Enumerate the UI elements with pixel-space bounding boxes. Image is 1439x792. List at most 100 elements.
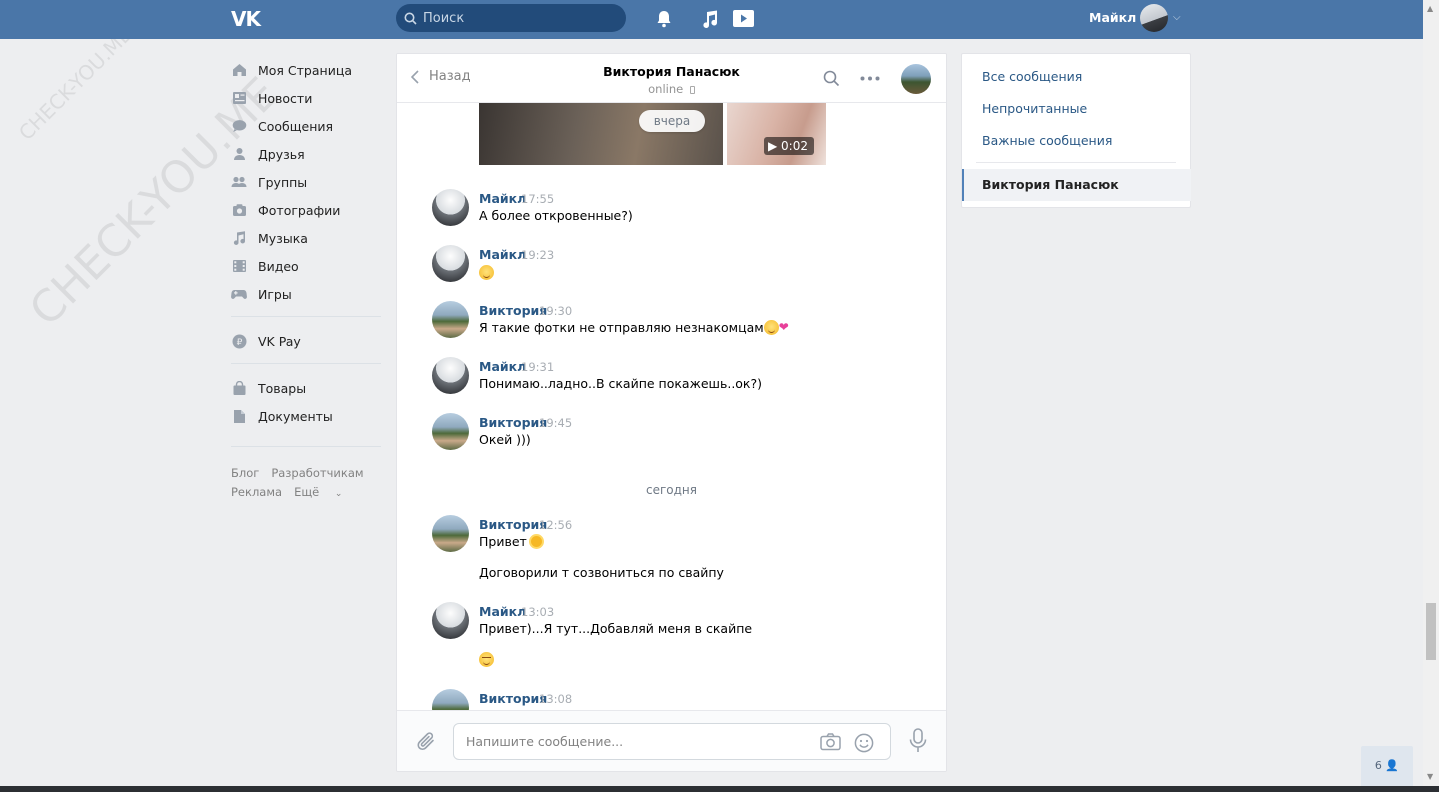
chevron-down-icon[interactable]: ⌵ [1173,12,1181,23]
footer-link-more[interactable]: Ещё ⌄ [294,485,354,499]
message-author[interactable]: Виктория [479,691,547,706]
smile-emoji-icon [763,320,779,335]
message-author[interactable]: Майкл [479,191,526,206]
footer-link-ads[interactable]: Реклама [231,485,282,499]
menu-item-goods[interactable]: Товары [231,374,381,402]
video-attachment[interactable]: ▶ 0:02 [727,103,826,165]
menu-item-label: VK Pay [258,333,301,349]
message-author[interactable]: Виктория [479,303,547,318]
menu-item-news[interactable]: Новости [231,84,381,112]
photos-icon [231,202,247,218]
menu-item-my-page[interactable]: Моя Страница [231,56,381,84]
menu-item-label: Документы [258,408,333,424]
footer-link-blog[interactable]: Блог [231,466,259,480]
header-avatar[interactable] [1140,4,1168,32]
header-user-name[interactable]: Майкл [1089,10,1136,25]
message-input-box[interactable] [453,723,891,760]
message-author[interactable]: Майкл [479,247,526,262]
play-video-icon[interactable] [732,8,754,30]
menu-item-label: Новости [258,90,313,106]
menu-item-label: Друзья [258,146,305,162]
svg-text:₽: ₽ [236,338,242,348]
watermark: CHECK-YOU.ME [14,22,137,145]
day-pill: вчера [639,110,705,132]
menu-divider [231,316,381,317]
message-time: 19:30 [539,304,573,318]
menu-item-label: Фотографии [258,202,341,218]
avatar[interactable] [432,245,469,282]
message-history[interactable]: ▶ 0:02 вчера Майкл 17:55 А более открове… [397,103,946,710]
message-text: Понимаю..ладно..В скайпе покажешь..ок?) [479,376,762,391]
avatar[interactable] [432,301,469,338]
scroll-up-arrow-icon[interactable]: ▲ [1427,4,1433,13]
message-author[interactable]: Виктория [479,415,547,430]
menu-item-friends[interactable]: Друзья [231,140,381,168]
paperclip-icon[interactable] [416,731,436,753]
search-icon [404,12,417,25]
groups-icon [231,174,247,190]
menu-item-vk-pay[interactable]: ₽ VK Pay [231,327,381,355]
menu-item-games[interactable]: Игры [231,280,381,308]
menu-item-groups[interactable]: Группы [231,168,381,196]
mobile-icon [689,86,695,94]
vk-logo[interactable]: VK [231,7,265,31]
menu-item-label: Товары [258,380,307,396]
menu-item-label: Группы [258,174,308,190]
filter-unread[interactable]: Непрочитанные [982,101,1087,116]
scroll-down-arrow-icon[interactable]: ▼ [1427,772,1433,781]
camera-icon[interactable] [820,733,841,751]
search-icon[interactable] [823,70,840,87]
menu-item-label: Видео [258,258,299,274]
peer-status: online [397,82,946,96]
message-time: 13:03 [521,605,555,619]
message-author[interactable]: Майкл [479,359,526,374]
message-text [479,265,494,280]
composer [397,710,946,771]
menu-item-label: Моя Страница [258,62,352,78]
page-scrollbar[interactable]: ▲ ▼ [1423,0,1439,786]
message-text: Привет)...Я тут...Добавляй меня в скайпе [479,621,753,636]
music-icon[interactable] [699,8,721,30]
chevron-down-icon: ⌄ [334,489,343,499]
news-icon [231,90,247,106]
footer-link-devs[interactable]: Разработчикам [271,466,363,480]
microphone-icon[interactable] [908,728,928,753]
message-text: Привет [479,534,542,549]
message-input[interactable] [466,724,806,759]
menu-item-messages[interactable]: Сообщения [231,112,381,140]
bell-icon[interactable] [653,8,675,30]
avatar[interactable] [432,602,469,639]
menu-item-video[interactable]: Видео [231,252,381,280]
menu-divider [231,446,381,447]
day-separator: сегодня [646,483,697,497]
message-author[interactable]: Виктория [479,517,547,532]
message-time: 19:31 [521,360,555,374]
avatar[interactable] [432,515,469,552]
avatar[interactable] [432,357,469,394]
filter-all-messages[interactable]: Все сообщения [982,69,1082,84]
active-dialog-item[interactable]: Виктория Панасюк [962,169,1191,201]
menu-item-music[interactable]: Музыка [231,224,381,252]
peer-avatar[interactable] [901,64,931,94]
avatar[interactable] [432,189,469,226]
video-duration: ▶ 0:02 [764,137,814,155]
scrollbar-thumb[interactable] [1426,603,1436,660]
online-friends-badge[interactable]: 6 👤 [1361,746,1413,786]
search-input[interactable] [423,4,618,32]
search-box[interactable] [396,4,626,32]
hearts-emoji-icon: ❤ [778,320,789,334]
avatar[interactable] [432,413,469,450]
dialog-filters: Все сообщения Непрочитанные Важные сообщ… [961,53,1191,208]
emoji-smile-icon[interactable] [854,733,874,753]
filter-important[interactable]: Важные сообщения [982,133,1112,148]
menu-item-label: Музыка [258,230,308,246]
sun-emoji-icon [530,536,542,547]
message-time: 13:08 [539,692,573,706]
avatar[interactable] [432,689,469,710]
message-author[interactable]: Майкл [479,604,526,619]
menu-item-documents[interactable]: Документы [231,402,381,430]
menu-item-photos[interactable]: Фотографии [231,196,381,224]
message-text [479,652,494,667]
more-dots-icon[interactable] [860,76,880,81]
video-icon [231,258,247,274]
